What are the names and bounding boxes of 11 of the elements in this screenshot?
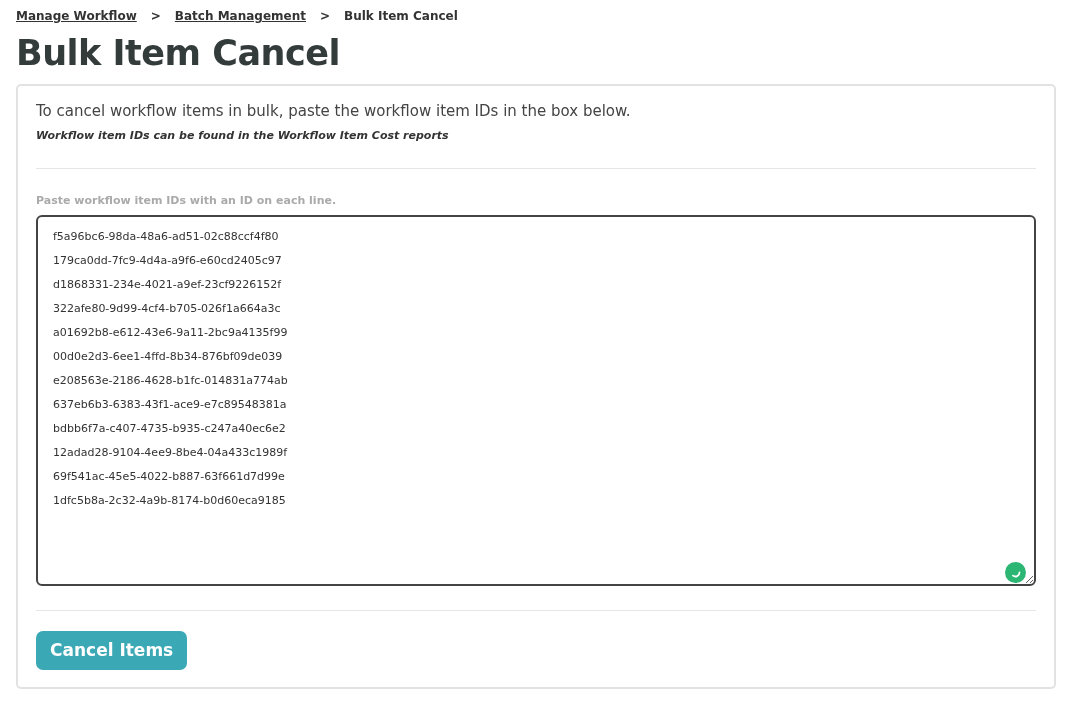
note-text: Workflow item IDs can be found in the Workflow Item Cost reports [36, 127, 450, 144]
page-title: Bulk Item Cancel [16, 32, 341, 74]
breadcrumb-link[interactable]: Manage Workflow [16, 7, 137, 25]
breadcrumb-link[interactable]: Batch Management [174, 7, 306, 25]
status-icon [1005, 561, 1026, 583]
instruction-text: To cancel workflow items in bulk, paste the workflow item IDs in the box below. [36, 101, 632, 122]
breadcrumb-current: Bulk Item Cancel [344, 8, 458, 25]
field-label: Paste workflow item IDs with an ID on each line. [36, 193, 338, 209]
separator: > [150, 8, 161, 25]
separator: > [320, 8, 331, 25]
id-input-field[interactable]: f5a96bc6-98da-48a6-ad51-02c88ccf4f80 179ca0dd-7fc9-4d4a-a9f6-e60cd2405c97 d1868331-234e-4021-a9ef-23cf9226152f 322afe80-9d99-4cf4-b705-026f1a664a3c a01692b8-e612-43e6-9a11-2bc9a4135f99 00d0e2d3-6ee1-4ffd-8b34-876bf09de039 e208563e-2186-4628-b1fc-014831a774ab 637eb6b3-6383-43f1-ace9-e7c89548381a bdbb6f7a-c407-4735-b935-c247a40ec6e2 12adad28-9104-4ee9-8be4-04a433c1989f 69f541ac-45e5-4022-b887-63f661d7d99e 1dfc5b8a-2c32-4a9b-8174-b0d60eca9185 [36, 214, 1036, 586]
